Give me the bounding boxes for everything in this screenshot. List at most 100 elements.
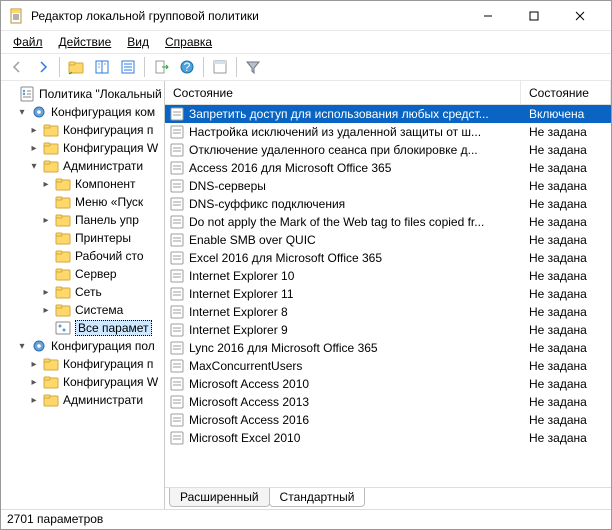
filter-button[interactable] xyxy=(241,55,265,79)
tree-user-config[interactable]: ▾Конфигурация пол xyxy=(5,337,164,355)
tree-network[interactable]: ▸Сеть xyxy=(5,283,164,301)
expand-icon[interactable]: ▸ xyxy=(41,215,51,226)
list-item[interactable]: Настройка исключений из удаленной защиты… xyxy=(165,123,611,141)
list-item[interactable]: Lync 2016 для Microsoft Office 365Не зад… xyxy=(165,339,611,357)
tab-extended[interactable]: Расширенный xyxy=(169,488,270,507)
folder-button[interactable] xyxy=(64,55,88,79)
list-header: Состояние Состояние xyxy=(165,81,611,105)
collapse-icon[interactable]: ▾ xyxy=(17,107,27,118)
list-item[interactable]: Excel 2016 для Microsoft Office 365Не за… xyxy=(165,249,611,267)
expand-icon[interactable]: ▸ xyxy=(29,125,39,136)
expand-icon[interactable]: ▸ xyxy=(41,287,51,298)
policy-icon xyxy=(19,86,35,102)
tree-u-windows-settings[interactable]: ▸ Конфигурация W xyxy=(5,373,164,391)
tree-label: Все парамет xyxy=(75,320,152,336)
list-item[interactable]: MaxConcurrentUsersНе задана xyxy=(165,357,611,375)
collapse-icon[interactable]: ▾ xyxy=(17,341,27,352)
tree-windows-settings[interactable]: ▸Конфигурация W xyxy=(5,139,164,157)
list-item-state: Не задана xyxy=(521,251,611,265)
export-button[interactable] xyxy=(149,55,173,79)
list-item[interactable]: DNS-серверыНе задана xyxy=(165,177,611,195)
close-button[interactable] xyxy=(557,1,603,31)
tree-label: Политика "Локальный xyxy=(39,87,162,101)
tree-computer-config[interactable]: ▾Конфигурация ком xyxy=(5,103,164,121)
tree-start-menu[interactable]: Меню «Пуск xyxy=(5,193,164,211)
list-item-state: Не задана xyxy=(521,359,611,373)
list-item-title: Internet Explorer 9 xyxy=(189,323,288,337)
tree-system[interactable]: ▸Система xyxy=(5,301,164,319)
expand-icon[interactable]: ▸ xyxy=(29,377,39,388)
tree-all-settings[interactable]: Все парамет xyxy=(5,319,164,337)
tree-panel[interactable]: Политика "Локальный ▾Конфигурация ком ▸К… xyxy=(1,81,165,509)
column-header-state[interactable]: Состояние xyxy=(521,81,611,104)
list-item[interactable]: Enable SMB over QUICНе задана xyxy=(165,231,611,249)
tree-root[interactable]: Политика "Локальный xyxy=(5,85,164,103)
menu-action[interactable]: Действие xyxy=(53,33,118,51)
list-item[interactable]: Internet Explorer 8Не задана xyxy=(165,303,611,321)
expand-icon[interactable]: ▸ xyxy=(29,359,39,370)
list-item-title: Access 2016 для Microsoft Office 365 xyxy=(189,161,391,175)
list-item[interactable]: Microsoft Access 2016Не задана xyxy=(165,411,611,429)
list-item[interactable]: DNS-суффикс подключенияНе задана xyxy=(165,195,611,213)
tree-desktop[interactable]: Рабочий сто xyxy=(5,247,164,265)
column-header-title[interactable]: Состояние xyxy=(165,81,521,104)
list-item-state: Не задана xyxy=(521,395,611,409)
status-bar: 2701 параметров xyxy=(1,509,611,529)
window: Редактор локальной групповой политики Фа… xyxy=(0,0,612,530)
list-item[interactable]: Internet Explorer 9Не задана xyxy=(165,321,611,339)
expand-icon[interactable]: ▸ xyxy=(41,305,51,316)
expand-icon[interactable]: ▸ xyxy=(41,179,51,190)
menu-help[interactable]: Справка xyxy=(159,33,218,51)
list-item[interactable]: Internet Explorer 11Не задана xyxy=(165,285,611,303)
folder-icon xyxy=(55,284,71,300)
setting-icon xyxy=(169,196,185,212)
list-item-title: Microsoft Access 2010 xyxy=(189,377,309,391)
folder-icon xyxy=(55,248,71,264)
tree-server[interactable]: Сервер xyxy=(5,265,164,283)
back-button[interactable] xyxy=(5,55,29,79)
menubar: Файл Действие Вид Справка xyxy=(1,31,611,53)
gear-icon xyxy=(31,338,47,354)
expand-icon[interactable]: ▸ xyxy=(29,143,39,154)
body: Политика "Локальный ▾Конфигурация ком ▸К… xyxy=(1,81,611,509)
setting-icon xyxy=(169,304,185,320)
list-item[interactable]: Access 2016 для Microsoft Office 365Не з… xyxy=(165,159,611,177)
help-button[interactable]: ? xyxy=(175,55,199,79)
setting-icon xyxy=(169,124,185,140)
list-item[interactable]: Microsoft Access 2013Не задана xyxy=(165,393,611,411)
list-item-title: Internet Explorer 11 xyxy=(189,287,294,301)
view-list-button[interactable] xyxy=(90,55,114,79)
status-text: 2701 параметров xyxy=(7,512,103,526)
list-item-title: Internet Explorer 10 xyxy=(189,269,294,283)
expand-icon[interactable]: ▸ xyxy=(29,395,39,406)
properties-button[interactable] xyxy=(208,55,232,79)
tree-control-panel[interactable]: ▸Панель упр xyxy=(5,211,164,229)
maximize-button[interactable] xyxy=(511,1,557,31)
tab-standard[interactable]: Стандартный xyxy=(269,488,366,507)
list-item[interactable]: Internet Explorer 10Не задана xyxy=(165,267,611,285)
setting-icon xyxy=(169,340,185,356)
list-body[interactable]: Запретить доступ для использования любых… xyxy=(165,105,611,487)
setting-icon xyxy=(169,214,185,230)
menu-view[interactable]: Вид xyxy=(121,33,155,51)
list-item[interactable]: Microsoft Access 2010Не задана xyxy=(165,375,611,393)
collapse-icon[interactable]: ▾ xyxy=(29,161,39,172)
list-item[interactable]: Отключение удаленного сеанса при блокиро… xyxy=(165,141,611,159)
tree-printers[interactable]: Принтеры xyxy=(5,229,164,247)
list-item-title: Настройка исключений из удаленной защиты… xyxy=(189,125,481,139)
list-item[interactable]: Do not apply the Mark of the Web tag to … xyxy=(165,213,611,231)
tree-components[interactable]: ▸Компонент xyxy=(5,175,164,193)
menu-file[interactable]: Файл xyxy=(7,33,49,51)
tree-admin-templates[interactable]: ▾Администрати xyxy=(5,157,164,175)
setting-icon xyxy=(169,430,185,446)
window-title: Редактор локальной групповой политики xyxy=(31,9,465,23)
tree-software-settings[interactable]: ▸Конфигурация п xyxy=(5,121,164,139)
forward-button[interactable] xyxy=(31,55,55,79)
tree-label: Конфигурация W xyxy=(63,375,158,389)
list-item[interactable]: Microsoft Excel 2010Не задана xyxy=(165,429,611,447)
tree-u-admin-templates[interactable]: ▸Администрати xyxy=(5,391,164,409)
tree-u-software-settings[interactable]: ▸Конфигурация п xyxy=(5,355,164,373)
view-details-button[interactable] xyxy=(116,55,140,79)
minimize-button[interactable] xyxy=(465,1,511,31)
list-item[interactable]: Запретить доступ для использования любых… xyxy=(165,105,611,123)
